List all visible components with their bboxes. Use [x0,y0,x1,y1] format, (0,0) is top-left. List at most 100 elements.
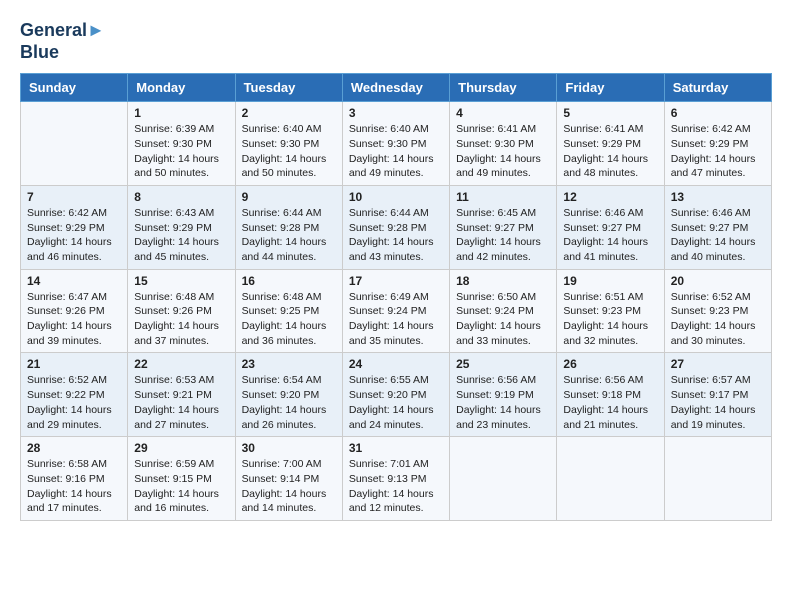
calendar-header-cell: Monday [128,74,235,102]
day-info: Sunrise: 7:00 AM Sunset: 9:14 PM Dayligh… [242,457,336,516]
calendar-day-cell: 5 Sunrise: 6:41 AM Sunset: 9:29 PM Daylig… [557,102,664,186]
day-number: 16 [242,274,336,288]
day-info: Sunrise: 6:48 AM Sunset: 9:25 PM Dayligh… [242,290,336,349]
page-header: General►Blue [20,20,772,63]
calendar-header: SundayMondayTuesdayWednesdayThursdayFrid… [21,74,772,102]
day-number: 4 [456,106,550,120]
day-info: Sunrise: 6:41 AM Sunset: 9:29 PM Dayligh… [563,122,657,181]
day-info: Sunrise: 6:40 AM Sunset: 9:30 PM Dayligh… [242,122,336,181]
day-number: 25 [456,357,550,371]
calendar-day-cell: 23 Sunrise: 6:54 AM Sunset: 9:20 PM Dayli… [235,353,342,437]
day-number: 26 [563,357,657,371]
calendar-day-cell: 1Sunrise: 6:39 AM Sunset: 9:30 PM Daylig… [128,102,235,186]
day-info: Sunrise: 6:53 AM Sunset: 9:21 PM Dayligh… [134,373,228,432]
calendar-day-cell: 18Sunrise: 6:50 AM Sunset: 9:24 PM Dayli… [450,269,557,353]
day-info: Sunrise: 6:52 AM Sunset: 9:22 PM Dayligh… [27,373,121,432]
calendar-week-row: 7 Sunrise: 6:42 AM Sunset: 9:29 PM Daylig… [21,185,772,269]
calendar-day-cell: 3 Sunrise: 6:40 AM Sunset: 9:30 PM Daylig… [342,102,449,186]
calendar-week-row: 21 Sunrise: 6:52 AM Sunset: 9:22 PM Dayli… [21,353,772,437]
calendar-day-cell: 17 Sunrise: 6:49 AM Sunset: 9:24 PM Dayli… [342,269,449,353]
day-number: 30 [242,441,336,455]
logo-text: General►Blue [20,20,105,63]
day-info: Sunrise: 6:40 AM Sunset: 9:30 PM Dayligh… [349,122,443,181]
day-info: Sunrise: 6:58 AM Sunset: 9:16 PM Dayligh… [27,457,121,516]
day-info: Sunrise: 6:43 AM Sunset: 9:29 PM Dayligh… [134,206,228,265]
calendar-day-cell: 28 Sunrise: 6:58 AM Sunset: 9:16 PM Dayli… [21,437,128,521]
calendar-day-cell: 25 Sunrise: 6:56 AM Sunset: 9:19 PM Dayli… [450,353,557,437]
day-info: Sunrise: 6:42 AM Sunset: 9:29 PM Dayligh… [27,206,121,265]
calendar-header-cell: Tuesday [235,74,342,102]
calendar-day-cell: 30 Sunrise: 7:00 AM Sunset: 9:14 PM Dayli… [235,437,342,521]
calendar-header-cell: Wednesday [342,74,449,102]
day-number: 23 [242,357,336,371]
day-info: Sunrise: 6:55 AM Sunset: 9:20 PM Dayligh… [349,373,443,432]
day-info: Sunrise: 6:44 AM Sunset: 9:28 PM Dayligh… [349,206,443,265]
day-number: 28 [27,441,121,455]
day-info: Sunrise: 6:54 AM Sunset: 9:20 PM Dayligh… [242,373,336,432]
day-number: 24 [349,357,443,371]
day-info: Sunrise: 6:56 AM Sunset: 9:19 PM Dayligh… [456,373,550,432]
day-info: Sunrise: 6:44 AM Sunset: 9:28 PM Dayligh… [242,206,336,265]
calendar-day-cell: 10 Sunrise: 6:44 AM Sunset: 9:28 PM Dayli… [342,185,449,269]
day-number: 11 [456,190,550,204]
calendar-table: SundayMondayTuesdayWednesdayThursdayFrid… [20,73,772,521]
day-number: 19 [563,274,657,288]
calendar-day-cell: 14Sunrise: 6:47 AM Sunset: 9:26 PM Dayli… [21,269,128,353]
day-number: 6 [671,106,765,120]
calendar-day-cell: 6 Sunrise: 6:42 AM Sunset: 9:29 PM Daylig… [664,102,771,186]
day-number: 9 [242,190,336,204]
calendar-body: 1Sunrise: 6:39 AM Sunset: 9:30 PM Daylig… [21,102,772,521]
calendar-day-cell: 19 Sunrise: 6:51 AM Sunset: 9:23 PM Dayli… [557,269,664,353]
day-info: Sunrise: 6:56 AM Sunset: 9:18 PM Dayligh… [563,373,657,432]
day-number: 5 [563,106,657,120]
calendar-header-cell: Sunday [21,74,128,102]
calendar-header-cell: Thursday [450,74,557,102]
calendar-day-cell: 24 Sunrise: 6:55 AM Sunset: 9:20 PM Dayli… [342,353,449,437]
calendar-day-cell: 9 Sunrise: 6:44 AM Sunset: 9:28 PM Daylig… [235,185,342,269]
calendar-day-cell: 26 Sunrise: 6:56 AM Sunset: 9:18 PM Dayli… [557,353,664,437]
calendar-day-cell: 7 Sunrise: 6:42 AM Sunset: 9:29 PM Daylig… [21,185,128,269]
day-info: Sunrise: 6:41 AM Sunset: 9:30 PM Dayligh… [456,122,550,181]
day-info: Sunrise: 6:52 AM Sunset: 9:23 PM Dayligh… [671,290,765,349]
day-number: 29 [134,441,228,455]
day-number: 31 [349,441,443,455]
calendar-day-cell: 11 Sunrise: 6:45 AM Sunset: 9:27 PM Dayli… [450,185,557,269]
day-number: 17 [349,274,443,288]
calendar-day-cell: 31 Sunrise: 7:01 AM Sunset: 9:13 PM Dayli… [342,437,449,521]
day-number: 10 [349,190,443,204]
day-number: 21 [27,357,121,371]
calendar-day-cell: 4 Sunrise: 6:41 AM Sunset: 9:30 PM Daylig… [450,102,557,186]
day-info: Sunrise: 6:59 AM Sunset: 9:15 PM Dayligh… [134,457,228,516]
calendar-header-cell: Friday [557,74,664,102]
day-info: Sunrise: 6:45 AM Sunset: 9:27 PM Dayligh… [456,206,550,265]
calendar-header-cell: Saturday [664,74,771,102]
day-number: 27 [671,357,765,371]
calendar-day-cell [557,437,664,521]
calendar-day-cell: 16 Sunrise: 6:48 AM Sunset: 9:25 PM Dayli… [235,269,342,353]
calendar-day-cell: 20 Sunrise: 6:52 AM Sunset: 9:23 PM Dayli… [664,269,771,353]
calendar-day-cell: 13Sunrise: 6:46 AM Sunset: 9:27 PM Dayli… [664,185,771,269]
day-number: 14 [27,274,121,288]
day-info: Sunrise: 6:49 AM Sunset: 9:24 PM Dayligh… [349,290,443,349]
day-number: 15 [134,274,228,288]
calendar-day-cell: 12 Sunrise: 6:46 AM Sunset: 9:27 PM Dayli… [557,185,664,269]
day-number: 7 [27,190,121,204]
day-number: 20 [671,274,765,288]
calendar-day-cell: 29 Sunrise: 6:59 AM Sunset: 9:15 PM Dayli… [128,437,235,521]
day-info: Sunrise: 7:01 AM Sunset: 9:13 PM Dayligh… [349,457,443,516]
calendar-day-cell: 21 Sunrise: 6:52 AM Sunset: 9:22 PM Dayli… [21,353,128,437]
logo: General►Blue [20,20,105,63]
day-info: Sunrise: 6:39 AM Sunset: 9:30 PM Dayligh… [134,122,228,181]
day-info: Sunrise: 6:46 AM Sunset: 9:27 PM Dayligh… [563,206,657,265]
day-info: Sunrise: 6:57 AM Sunset: 9:17 PM Dayligh… [671,373,765,432]
calendar-day-cell: 8Sunrise: 6:43 AM Sunset: 9:29 PM Daylig… [128,185,235,269]
day-info: Sunrise: 6:51 AM Sunset: 9:23 PM Dayligh… [563,290,657,349]
day-number: 12 [563,190,657,204]
day-info: Sunrise: 6:42 AM Sunset: 9:29 PM Dayligh… [671,122,765,181]
day-info: Sunrise: 6:46 AM Sunset: 9:27 PM Dayligh… [671,206,765,265]
day-number: 3 [349,106,443,120]
calendar-week-row: 14Sunrise: 6:47 AM Sunset: 9:26 PM Dayli… [21,269,772,353]
calendar-day-cell [450,437,557,521]
calendar-day-cell: 15Sunrise: 6:48 AM Sunset: 9:26 PM Dayli… [128,269,235,353]
calendar-week-row: 1Sunrise: 6:39 AM Sunset: 9:30 PM Daylig… [21,102,772,186]
